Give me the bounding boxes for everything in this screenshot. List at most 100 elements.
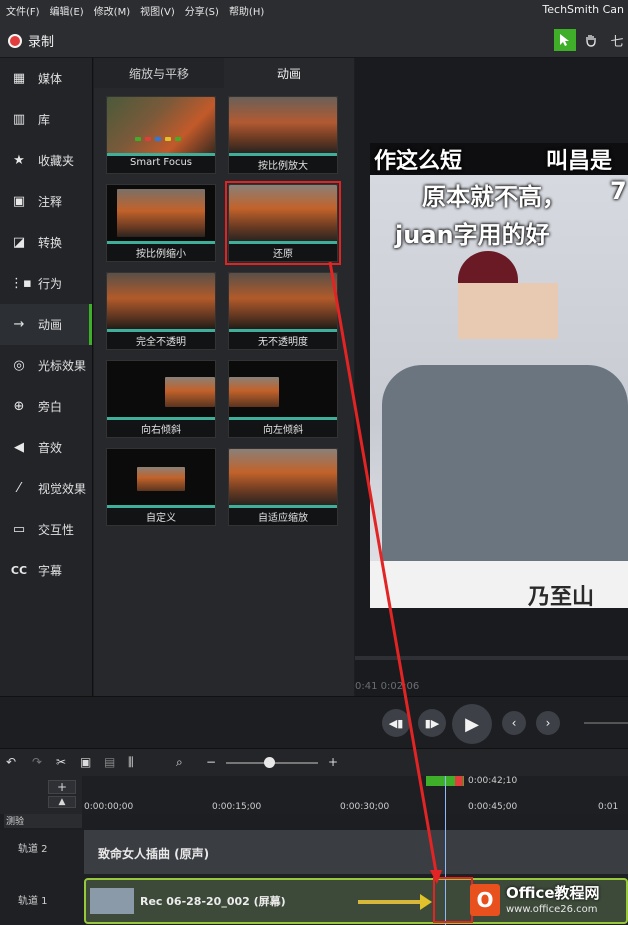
thumbnail-bar	[229, 153, 337, 156]
sidebar-item-interactivity[interactable]: ▭ 交互性	[0, 509, 92, 550]
timeline-ruler[interactable]: + ▲ 0:00:42;10 0:00:00;00 0:00:15;00 0:0…	[0, 776, 628, 814]
thumbnail-bar	[229, 329, 337, 332]
audio-clip[interactable]: 致命女人插曲 (原声)	[84, 830, 628, 874]
office-logo-icon: O	[470, 884, 500, 916]
animation-label: 无不透明度	[258, 337, 308, 348]
pan-tool[interactable]	[580, 29, 602, 51]
animation-scale-down[interactable]: 按比例缩小	[106, 184, 216, 262]
animation-arrow[interactable]	[358, 900, 426, 904]
pointer-tool[interactable]	[554, 29, 576, 51]
next-button[interactable]: ›	[536, 711, 560, 735]
sidebar-item-animations[interactable]: → 动画	[0, 304, 92, 345]
animation-smart-focus[interactable]: Smart Focus	[106, 96, 216, 174]
playhead-handle-out[interactable]	[455, 776, 463, 786]
cut-icon[interactable]: ✂	[56, 755, 66, 769]
sidebar-item-narration[interactable]: ⊕ 旁白	[0, 386, 92, 427]
animation-tilt-left[interactable]: 向左倾斜	[228, 360, 338, 438]
zoom-slider-knob[interactable]	[264, 757, 275, 768]
animation-icon: →	[13, 317, 25, 332]
video-frame[interactable]: 作这么短 叫昌是 原本就不高， 7 juan字用的好 乃至山	[370, 143, 628, 608]
menu-file[interactable]: 文件(F)	[6, 3, 40, 18]
sidebar-item-audio-effects[interactable]: ◀ 音效	[0, 427, 92, 468]
menu-modify[interactable]: 修改(M)	[94, 3, 130, 18]
pointer-icon	[560, 34, 569, 46]
thumbnail-image	[229, 361, 337, 417]
sidebar-item-annotations[interactable]: ▣ 注释	[0, 181, 92, 222]
video-caption-bottom: 乃至山	[528, 585, 595, 608]
title-bar: 录制 七	[0, 20, 628, 58]
undo-icon[interactable]: ↶	[6, 755, 16, 769]
watermark: O Office教程网 www.office26.com	[470, 878, 628, 922]
star-icon: ★	[13, 153, 25, 168]
record-button[interactable]: 录制	[8, 31, 54, 50]
tool-sidebar: ▦ 媒体 ▥ 库 ★ 收藏夹 ▣ 注释 ◪ 转换 ⋮▪ 行为 → 动画 ◎ 光标效果 ⊕ 旁白 ◀…	[0, 58, 93, 696]
tab-animations[interactable]: 动画	[224, 58, 354, 88]
animation-full-opacity[interactable]: 完全不透明	[106, 272, 216, 350]
chevron-right-icon: ›	[545, 716, 551, 730]
face-blur	[458, 283, 558, 339]
menu-help[interactable]: 帮助(H)	[229, 3, 264, 18]
animation-tilt-right[interactable]: 向右倾斜	[106, 360, 216, 438]
menu-share[interactable]: 分享(S)	[185, 3, 219, 18]
menu-view[interactable]: 视图(V)	[140, 3, 175, 18]
redo-icon[interactable]: ↷	[32, 755, 42, 769]
tab-zoom-pan[interactable]: 缩放与平移	[94, 58, 224, 88]
animation-scale-up[interactable]: 按比例放大	[228, 96, 338, 174]
collapse-button[interactable]: ▲	[48, 796, 76, 808]
audio-icon: ◀	[14, 440, 24, 455]
sidebar-item-favorites[interactable]: ★ 收藏夹	[0, 140, 92, 181]
animation-label: 向左倾斜	[263, 425, 303, 436]
copy-icon[interactable]: ▣	[80, 755, 91, 769]
quiz-track-label[interactable]: 测验	[4, 814, 82, 828]
crop-tool[interactable]: 七	[606, 29, 628, 51]
sidebar-item-label: 媒体	[38, 72, 63, 86]
library-icon: ▥	[12, 112, 26, 127]
paste-icon[interactable]: ▤	[104, 755, 115, 769]
zoom-search-icon: ⌕	[176, 755, 183, 769]
thumbnail-image	[107, 97, 215, 153]
sidebar-item-visual-effects[interactable]: ⁄ 视觉效果	[0, 468, 92, 509]
thumbnail-image	[107, 273, 215, 329]
add-track-button[interactable]: +	[48, 780, 76, 794]
zoom-slider[interactable]	[226, 757, 318, 768]
video-caption-line3: juan字用的好	[395, 221, 550, 249]
panel-tabs: 缩放与平移 动画	[94, 58, 354, 88]
app-brand: TechSmith Can	[542, 3, 624, 16]
sidebar-item-media[interactable]: ▦ 媒体	[0, 58, 92, 99]
sidebar-item-transitions[interactable]: ◪ 转换	[0, 222, 92, 263]
playhead[interactable]	[445, 776, 446, 925]
sidebar-item-captions[interactable]: CC 字幕	[0, 550, 92, 591]
track-2: 轨道 2 致命女人插曲 (原声)	[0, 830, 628, 876]
mic-icon: ⊕	[13, 399, 25, 414]
animation-custom[interactable]: 自定义	[106, 448, 216, 526]
previous-button[interactable]: ‹	[502, 711, 526, 735]
zoom-in-icon[interactable]: +	[328, 755, 338, 769]
volume-slider[interactable]	[584, 722, 628, 724]
thumbnail-image	[229, 273, 337, 329]
split-icon[interactable]: ⫼	[128, 755, 134, 770]
animation-restore[interactable]: 还原	[225, 181, 341, 265]
animations-panel: 缩放与平移 动画 Smart Focus 按比例放大 按比例缩小 还原 完全不透…	[94, 58, 354, 696]
sidebar-item-behaviors[interactable]: ⋮▪ 行为	[0, 263, 92, 304]
thumbnail-bar	[107, 241, 215, 244]
animation-no-opacity[interactable]: 无不透明度	[228, 272, 338, 350]
sidebar-item-label: 行为	[38, 277, 63, 291]
canvas-tools: 七	[550, 29, 628, 51]
sidebar-item-cursor-effects[interactable]: ◎ 光标效果	[0, 345, 92, 386]
play-button[interactable]: ▶	[452, 704, 492, 744]
zoom-out-icon[interactable]: −	[206, 755, 216, 769]
watermark-title: Office教程网	[506, 884, 600, 902]
step-forward-button[interactable]: ▮▶	[418, 709, 446, 737]
animation-label: 完全不透明	[136, 337, 186, 348]
thumbnail-bar	[107, 417, 215, 420]
step-back-button[interactable]: ◀▮	[382, 709, 410, 737]
menu-edit[interactable]: 编辑(E)	[50, 3, 84, 18]
animation-smart-scale[interactable]: 自适应缩放	[228, 448, 338, 526]
sidebar-item-label: 转换	[38, 236, 63, 250]
sidebar-item-library[interactable]: ▥ 库	[0, 99, 92, 140]
preview-scrubber[interactable]	[355, 656, 628, 660]
sidebar-item-label: 字幕	[38, 564, 63, 578]
step-forward-icon: ▮▶	[424, 716, 440, 730]
animation-label: Smart Focus	[130, 157, 192, 168]
animation-label: 按比例放大	[258, 161, 308, 172]
